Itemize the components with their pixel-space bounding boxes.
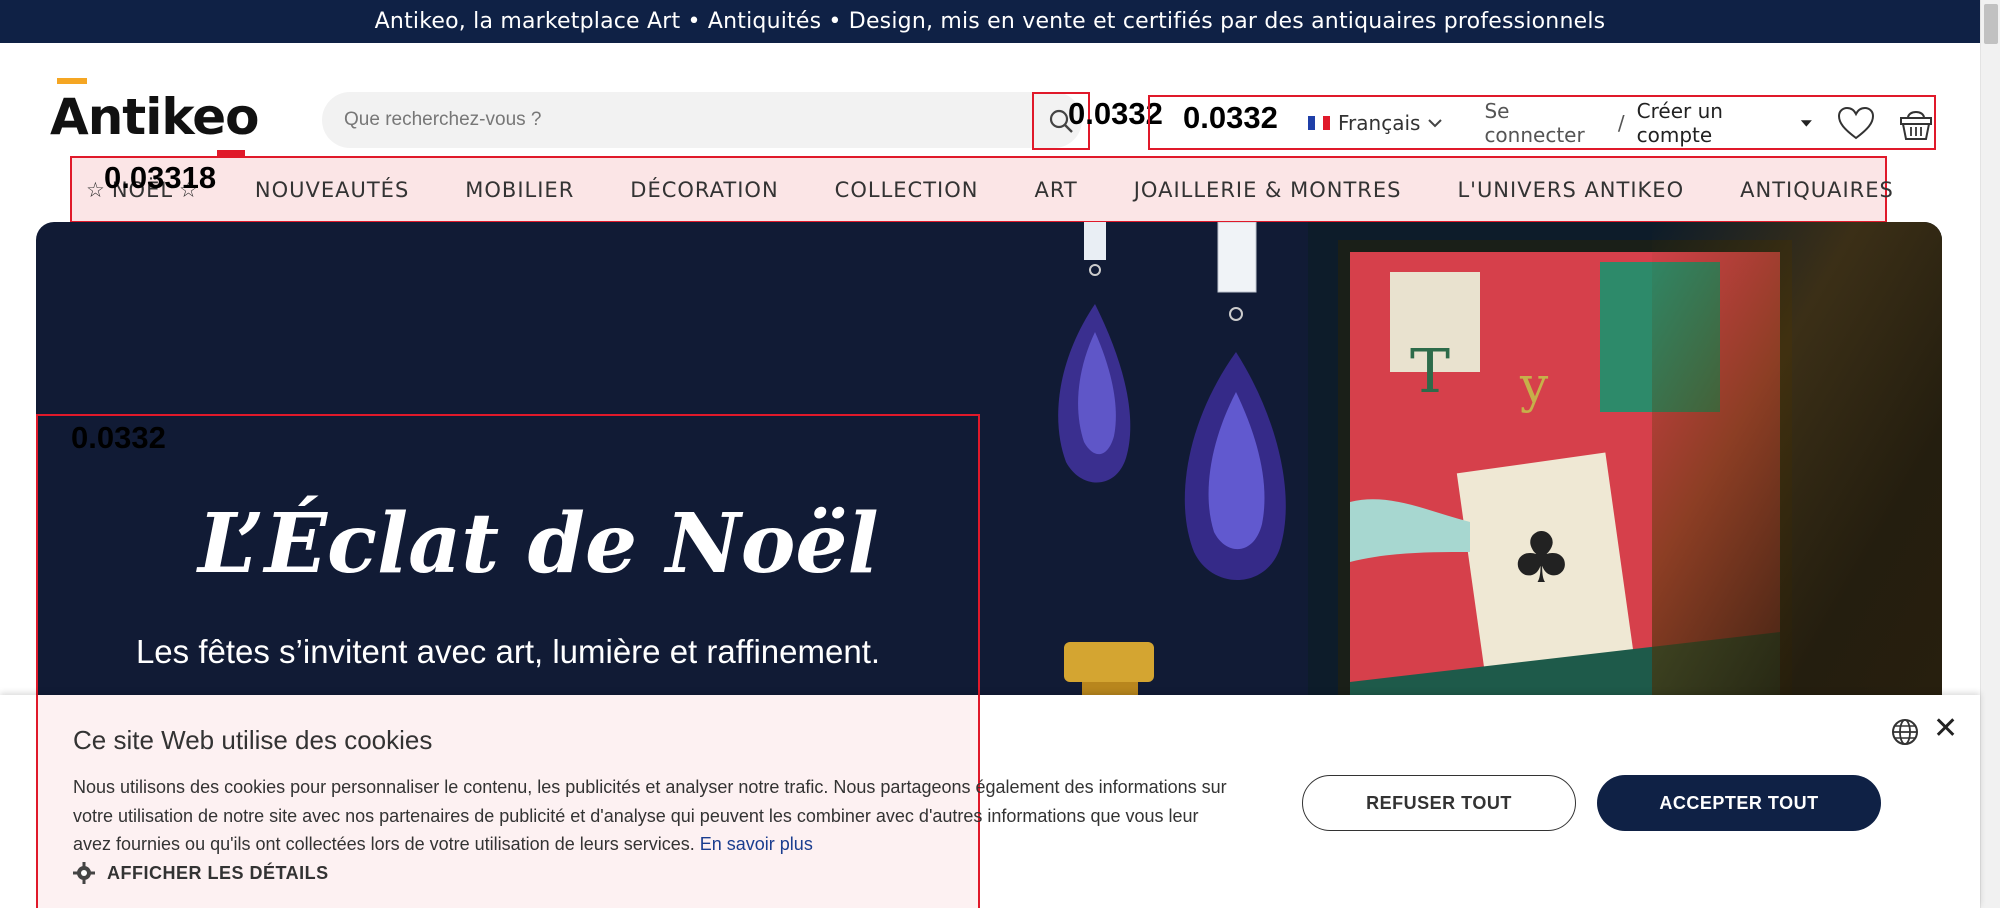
site-logo[interactable]: Antikeo: [50, 78, 260, 156]
login-link[interactable]: Se connecter: [1484, 99, 1605, 147]
main-nav: ☆ NOËL ☆ NOUVEAUTÉS MOBILIER DÉCORATION …: [70, 156, 1893, 223]
top-banner: Antikeo, la marketplace Art • Antiquités…: [0, 0, 1980, 43]
create-account-link[interactable]: Créer un compte: [1637, 99, 1814, 147]
create-account-label: Créer un compte: [1636, 98, 1723, 147]
language-globe-button[interactable]: [1890, 717, 1920, 751]
page-scrollbar[interactable]: [1980, 0, 2000, 908]
wishlist-button[interactable]: [1836, 105, 1876, 141]
show-details-toggle[interactable]: AFFICHER LES DÉTAILS: [73, 862, 329, 884]
cookie-consent-panel: Ce site Web utilise des cookies Nous uti…: [0, 695, 1980, 908]
banner-text: Antikeo, la marketplace Art • Antiquités…: [374, 9, 1606, 34]
nav-item-art[interactable]: ART: [1034, 178, 1077, 202]
star-icon: ☆: [86, 177, 106, 202]
nav-item-joaillerie[interactable]: JOAILLERIE & MONTRES: [1134, 178, 1402, 202]
nav-item-univers[interactable]: L'UNIVERS ANTIKEO: [1457, 178, 1684, 202]
language-selector[interactable]: Français: [1308, 111, 1444, 135]
svg-text:♣: ♣: [1510, 517, 1573, 599]
caret-down-icon: [1801, 119, 1813, 127]
flag-fr-icon: [1308, 115, 1330, 130]
cookie-title: Ce site Web utilise des cookies: [73, 725, 433, 755]
nav-item-antiquaires[interactable]: ANTIQUAIRES: [1740, 178, 1894, 202]
cookie-description-text: Nous utilisons des cookies pour personna…: [73, 777, 1227, 854]
nav-item-collection[interactable]: COLLECTION: [835, 178, 979, 202]
nav-item-nouveautes[interactable]: NOUVEAUTÉS: [255, 178, 409, 202]
score-label-tools: 0.0332: [1183, 100, 1278, 135]
show-details-label: AFFICHER LES DÉTAILS: [107, 862, 329, 883]
accept-all-button[interactable]: ACCEPTER TOUT: [1597, 775, 1881, 831]
nav-item-decoration[interactable]: DÉCORATION: [630, 178, 778, 202]
heart-icon: [1837, 106, 1875, 139]
hero-title: L’Éclat de Noël: [198, 496, 879, 592]
logo-accent-bar: [57, 78, 87, 84]
learn-more-link[interactable]: En savoir plus: [700, 834, 813, 854]
refuse-all-button[interactable]: REFUSER TOUT: [1302, 775, 1576, 831]
chevron-down-icon: [1428, 118, 1443, 127]
close-icon[interactable]: ✕: [1933, 714, 1958, 744]
basket-icon: [1900, 110, 1932, 140]
language-label: Français: [1338, 110, 1421, 135]
score-label-nav: 0.03318: [104, 160, 217, 195]
svg-text:y: y: [1519, 356, 1549, 414]
cart-button[interactable]: [1898, 104, 1934, 142]
scrollbar-thumb[interactable]: [1984, 4, 1998, 44]
search-input[interactable]: [344, 109, 1024, 131]
svg-text:T: T: [1410, 337, 1450, 407]
hero-subtitle: Les fêtes s’invitent avec art, lumière e…: [135, 633, 881, 670]
cookie-description: Nous utilisons des cookies pour personna…: [73, 773, 1233, 859]
globe-icon: [1892, 719, 1918, 745]
nav-item-mobilier[interactable]: MOBILIER: [465, 178, 574, 202]
score-label-hero: 0.0332: [71, 420, 166, 455]
account-separator: /: [1617, 110, 1625, 135]
gear-icon: [73, 862, 95, 884]
logo-text: Antikeo: [50, 88, 260, 146]
search-bar: [322, 92, 1082, 148]
